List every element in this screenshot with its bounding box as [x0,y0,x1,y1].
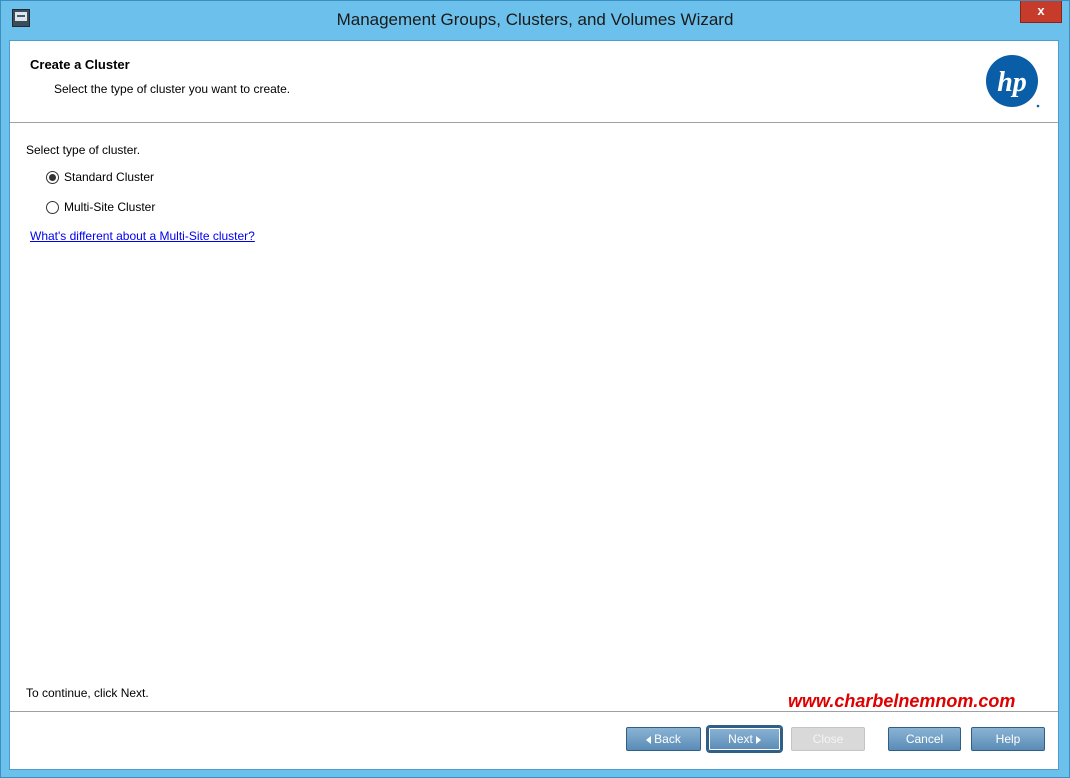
watermark: www.charbelnemnom.com [788,691,1016,711]
wizard-window: Management Groups, Clusters, and Volumes… [0,0,1070,778]
wizard-header: Create a Cluster Select the type of clus… [10,41,1058,123]
wizard-content: Select type of cluster. Standard Cluster… [10,123,1058,711]
multi-site-cluster-option[interactable]: Multi-Site Cluster [46,197,155,217]
cancel-button[interactable]: Cancel [888,727,961,751]
multi-site-cluster-label: Multi-Site Cluster [64,200,156,214]
multi-site-cluster-radio[interactable] [46,200,59,214]
multi-site-help-link[interactable]: What's different about a Multi-Site clus… [30,229,255,243]
standard-cluster-radio[interactable] [46,170,59,184]
back-button[interactable]: Back [626,727,701,751]
hp-logo: hp [986,55,1040,108]
next-button[interactable]: Next [708,727,781,751]
status-text: To continue, click Next. [26,686,149,700]
window-title: Management Groups, Clusters, and Volumes… [336,10,734,29]
close-button[interactable]: Close [791,727,865,751]
help-button[interactable]: Help [971,727,1045,751]
close-window-button[interactable]: x [1020,1,1062,23]
wizard-body: Create a Cluster Select the type of clus… [9,40,1059,770]
back-arrow-icon [646,735,652,744]
page-title: Create a Cluster [30,57,130,72]
title-bar[interactable]: Management Groups, Clusters, and Volumes… [1,1,1069,39]
page-subtitle: Select the type of cluster you want to c… [54,82,291,96]
cluster-type-prompt: Select type of cluster. [26,143,141,157]
standard-cluster-label: Standard Cluster [64,170,155,184]
footer-divider [10,711,1058,712]
next-arrow-icon [755,735,761,744]
standard-cluster-option[interactable]: Standard Cluster [46,167,154,187]
svg-text:hp: hp [997,67,1027,98]
